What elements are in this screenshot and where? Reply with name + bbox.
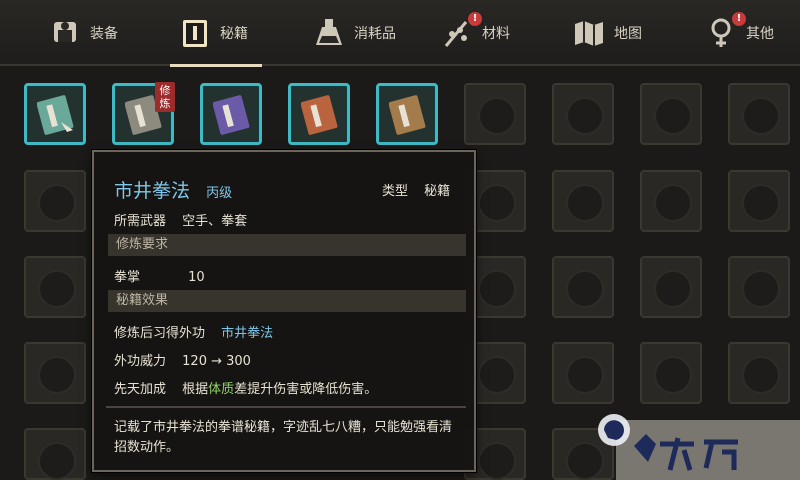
tab-materials[interactable]: ! 材料 <box>440 0 510 66</box>
tab-other-label: 其他 <box>746 26 774 42</box>
potion-icon <box>312 16 346 50</box>
tooltip-header: 市井拳法 丙级 <box>114 176 232 203</box>
notification-badge: ! <box>468 12 482 26</box>
empty-slot[interactable] <box>24 170 86 232</box>
innate-label: 先天加成 <box>114 382 167 397</box>
power-label: 外功威力 <box>114 354 167 369</box>
requirement-row: 拳掌 10 <box>114 266 205 285</box>
power-value: 120 → 300 <box>182 354 251 369</box>
tab-map[interactable]: 地图 <box>572 0 642 66</box>
tooltip-divider <box>106 406 466 408</box>
manual-icon <box>213 95 250 135</box>
requirement-label: 拳掌 <box>114 270 141 285</box>
effects-section: 秘籍效果 <box>108 290 466 312</box>
item-tooltip: 市井拳法 丙级 类型 秘籍 所需武器 空手、拳套 修炼要求 拳掌 10 秘籍效果… <box>92 150 476 472</box>
empty-slot[interactable] <box>728 170 790 232</box>
empty-slot[interactable] <box>464 83 526 145</box>
manual-grade: 丙级 <box>206 186 233 201</box>
requirements-section: 修炼要求 <box>108 234 466 256</box>
weapon-row: 所需武器 空手、拳套 <box>114 210 247 229</box>
empty-slot[interactable] <box>728 83 790 145</box>
watermark-logo <box>594 404 800 480</box>
type-row: 类型 秘籍 <box>382 180 450 199</box>
learn-label: 修炼后习得外功 <box>114 326 206 341</box>
empty-slot[interactable] <box>552 256 614 318</box>
tab-equipment-label: 装备 <box>90 26 118 42</box>
learn-value: 市井拳法 <box>221 326 274 341</box>
innate-key: 体质 <box>208 382 235 397</box>
inventory-item-teal-manual[interactable] <box>24 83 86 145</box>
tab-equipment[interactable]: 装备 <box>48 0 118 66</box>
innate-post: 差提升伤害或降低伤害。 <box>234 382 378 397</box>
notification-badge: ! <box>732 12 746 26</box>
learn-row: 修炼后习得外功 市井拳法 <box>114 322 273 341</box>
manual-icon <box>37 95 74 135</box>
tab-map-label: 地图 <box>614 26 642 42</box>
innate-pre: 根据 <box>182 382 209 397</box>
weapon-value: 空手、拳套 <box>182 214 248 229</box>
book-icon <box>178 16 212 50</box>
training-tag: 修炼 <box>155 82 175 112</box>
empty-slot[interactable] <box>640 83 702 145</box>
misc-icon: ! <box>704 12 746 50</box>
manual-description: 记载了市井拳法的拳谱秘籍，字迹乱七八糟，只能勉强看清招数动作。 <box>114 420 453 455</box>
empty-slot[interactable] <box>552 170 614 232</box>
tab-manuals[interactable]: 秘籍 <box>170 0 262 67</box>
weapon-label: 所需武器 <box>114 214 167 229</box>
empty-slot[interactable] <box>640 170 702 232</box>
tab-consumables-label: 消耗品 <box>354 26 396 42</box>
empty-slot[interactable] <box>640 256 702 318</box>
empty-slot[interactable] <box>552 83 614 145</box>
type-label: 类型 <box>382 184 409 199</box>
inventory-item-purple-manual[interactable] <box>200 83 262 145</box>
inventory-item-brown-manual[interactable] <box>376 83 438 145</box>
empty-slot[interactable] <box>24 428 86 480</box>
type-value: 秘籍 <box>424 184 451 199</box>
armor-icon <box>48 16 82 50</box>
empty-slot[interactable] <box>24 256 86 318</box>
empty-slot[interactable] <box>552 342 614 404</box>
tab-consumables[interactable]: 消耗品 <box>312 0 396 66</box>
manual-title: 市井拳法 <box>114 180 191 202</box>
tab-materials-label: 材料 <box>482 26 510 42</box>
inventory-item-grey-manual[interactable]: 修炼 <box>112 82 175 145</box>
tab-manuals-label: 秘籍 <box>220 26 248 42</box>
manual-icon <box>389 95 426 135</box>
requirement-value: 10 <box>188 270 205 285</box>
inventory-item-red-manual[interactable] <box>288 83 350 145</box>
herb-icon: ! <box>440 12 482 50</box>
innate-row: 先天加成 根据体质差提升伤害或降低伤害。 <box>114 378 377 397</box>
category-tab-bar: 装备 秘籍 消耗品 ! 材料 地图 ! 其他 <box>0 0 800 67</box>
tab-other[interactable]: ! 其他 <box>704 0 774 66</box>
empty-slot[interactable] <box>728 256 790 318</box>
empty-slot[interactable] <box>728 342 790 404</box>
map-icon <box>572 16 606 50</box>
empty-slot[interactable] <box>24 342 86 404</box>
empty-slot[interactable] <box>640 342 702 404</box>
power-row: 外功威力 120 → 300 <box>114 350 251 369</box>
manual-icon <box>301 95 338 135</box>
